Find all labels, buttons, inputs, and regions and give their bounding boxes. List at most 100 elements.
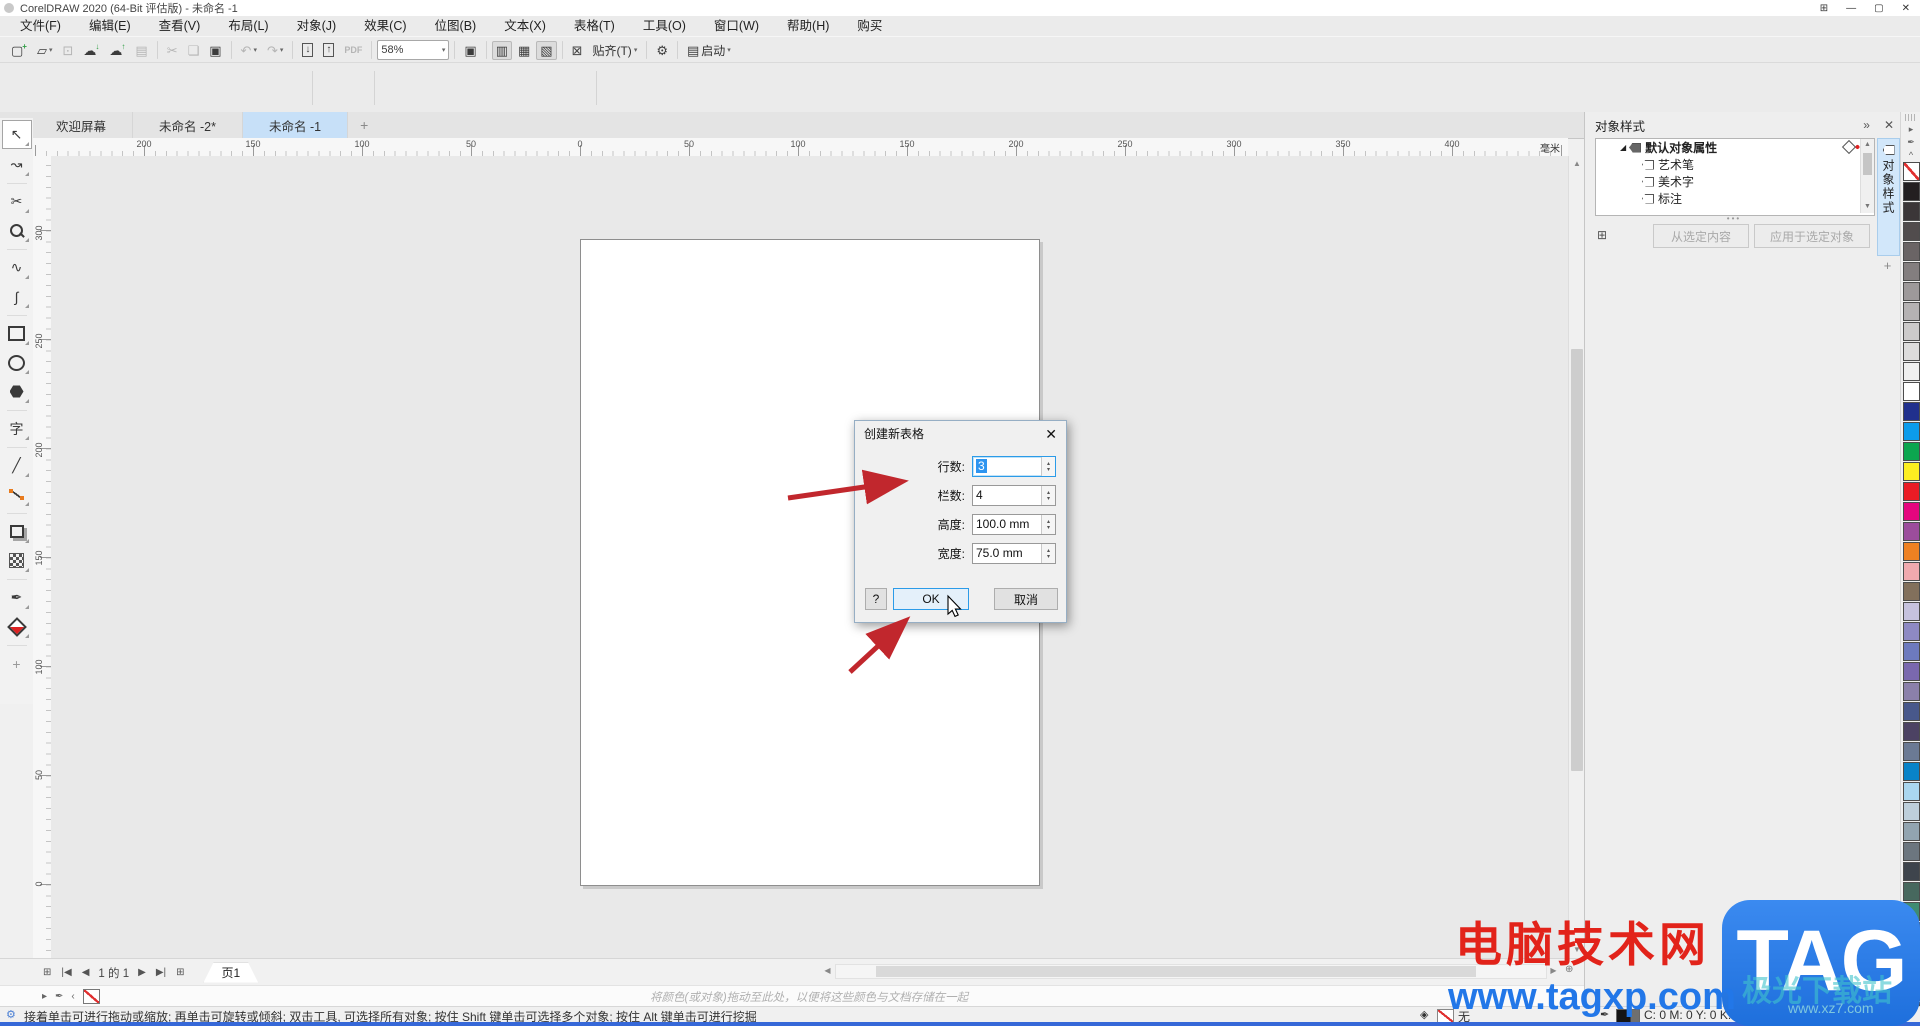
- color-swatch[interactable]: [1902, 482, 1920, 501]
- palette-drag-handle[interactable]: [1905, 114, 1917, 121]
- color-swatch[interactable]: [1902, 462, 1920, 481]
- color-swatch[interactable]: [1902, 682, 1920, 701]
- export-button[interactable]: ↑: [319, 41, 338, 59]
- widget-icon[interactable]: ⊞: [1820, 3, 1828, 14]
- color-swatch[interactable]: [1902, 622, 1920, 641]
- color-swatch[interactable]: [1902, 662, 1920, 681]
- scroll-down-icon[interactable]: ▼: [1861, 201, 1874, 213]
- options-button[interactable]: ⚙: [652, 41, 672, 60]
- color-swatch[interactable]: [1902, 182, 1920, 201]
- color-swatch[interactable]: [1902, 422, 1920, 441]
- snap-off-button[interactable]: ⊠: [568, 41, 587, 60]
- tree-item[interactable]: 标注: [1596, 190, 1874, 207]
- new-document-tab-button[interactable]: +: [348, 112, 380, 138]
- ellipse-tool[interactable]: [3, 349, 31, 376]
- color-swatch[interactable]: [1902, 842, 1920, 861]
- menu-item[interactable]: 位图(B): [421, 16, 491, 36]
- palette-flyout-icon[interactable]: ▸: [1901, 123, 1920, 136]
- shape-tool[interactable]: ↝: [3, 151, 31, 178]
- menu-item[interactable]: 工具(O): [629, 16, 700, 36]
- freehand-tool[interactable]: ∿: [3, 254, 31, 281]
- connector-tool[interactable]: [3, 481, 31, 508]
- scroll-up-icon[interactable]: ▲: [1569, 156, 1585, 172]
- color-swatch[interactable]: [1902, 522, 1920, 541]
- tab-untitled-2[interactable]: 未命名 -2*: [133, 112, 243, 138]
- tree-item-default-properties[interactable]: ◢ 默认对象属性: [1596, 139, 1874, 156]
- field-spinner[interactable]: ▴ ▾: [1041, 486, 1055, 505]
- new-document-button[interactable]: ▢ +: [7, 41, 31, 60]
- dialog-close-icon[interactable]: ✕: [1045, 426, 1057, 443]
- color-swatch[interactable]: [1902, 822, 1920, 841]
- show-grid-button[interactable]: ▦: [514, 41, 534, 60]
- snap-to-menu[interactable]: 贴齐(T) ▾: [588, 40, 641, 61]
- field-input[interactable]: 75.0 mm: [973, 544, 1041, 563]
- color-swatch[interactable]: [1902, 642, 1920, 661]
- collapse-docker-icon[interactable]: »: [1856, 118, 1877, 132]
- color-swatch[interactable]: [1902, 222, 1920, 241]
- pick-tool[interactable]: ↖: [1, 120, 32, 149]
- save-to-cloud-button[interactable]: ☁ ↑: [105, 41, 129, 60]
- show-rulers-button[interactable]: ▥: [491, 40, 512, 60]
- show-guidelines-button[interactable]: ▧: [536, 40, 557, 60]
- field-spinner[interactable]: ▴ ▾: [1041, 544, 1055, 563]
- scroll-up-icon[interactable]: ▲: [1861, 139, 1874, 151]
- doc-palette-no-color-swatch[interactable]: [82, 989, 100, 1004]
- menu-item[interactable]: 文本(X): [490, 16, 560, 36]
- menu-item[interactable]: 编辑(E): [75, 16, 145, 36]
- color-swatch[interactable]: [1902, 362, 1920, 381]
- field-input[interactable]: 3: [973, 457, 1041, 476]
- add-page-start-button[interactable]: ⊞: [38, 967, 56, 978]
- color-swatch[interactable]: [1902, 322, 1920, 341]
- tree-scrollbar[interactable]: ▲ ▼: [1860, 139, 1874, 213]
- scroll-left-icon[interactable]: ◀: [820, 963, 835, 978]
- prev-page-button[interactable]: ◀: [77, 967, 95, 978]
- color-swatch[interactable]: [1902, 702, 1920, 721]
- doc-palette-collapse-icon[interactable]: ‹: [67, 991, 78, 1002]
- cut-button[interactable]: ✂: [163, 41, 182, 60]
- vertical-ruler[interactable]: 300 250 200 150 100 50 0: [33, 156, 52, 958]
- copy-button[interactable]: ❏: [184, 41, 204, 60]
- color-swatch[interactable]: [1902, 882, 1920, 901]
- artistic-media-tool[interactable]: ∫: [3, 283, 31, 310]
- color-swatch[interactable]: [1902, 602, 1920, 621]
- apply-to-selection-button[interactable]: 应用于选定对象: [1754, 224, 1870, 248]
- horizontal-scrollbar-thumb[interactable]: [876, 966, 1476, 977]
- print-button[interactable]: ▤: [131, 41, 151, 60]
- menu-item[interactable]: 效果(C): [350, 16, 420, 36]
- field-spinner[interactable]: ▴ ▾: [1041, 515, 1055, 534]
- color-swatch[interactable]: [1902, 582, 1920, 601]
- horizontal-ruler[interactable]: 200 150 100 50 0 50 100 150 200 250 300 350 400: [33, 138, 1568, 157]
- color-swatch[interactable]: [1902, 562, 1920, 581]
- drawing-canvas[interactable]: [51, 156, 1568, 958]
- tab-untitled-1[interactable]: 未命名 -1: [242, 112, 349, 138]
- doc-palette-eyedropper-icon[interactable]: ✒: [51, 991, 67, 1002]
- menu-item[interactable]: 帮助(H): [773, 16, 843, 36]
- no-color-swatch[interactable]: [1902, 162, 1920, 181]
- open-button[interactable]: ▱ ▾: [33, 41, 57, 60]
- menu-item[interactable]: 窗口(W): [700, 16, 773, 36]
- menu-item[interactable]: 对象(J): [283, 16, 351, 36]
- transparency-tool[interactable]: [3, 547, 31, 574]
- field-input[interactable]: 4: [973, 486, 1041, 505]
- fullscreen-preview-button[interactable]: ▣: [460, 41, 480, 60]
- palette-eyedropper-icon[interactable]: ✒: [1901, 136, 1920, 149]
- close-button[interactable]: ✕: [1902, 3, 1910, 14]
- crop-tool[interactable]: ✂: [3, 188, 31, 215]
- zoom-tool[interactable]: [3, 217, 31, 244]
- next-page-button[interactable]: ▶: [133, 967, 151, 978]
- close-docker-icon[interactable]: ✕: [1877, 118, 1901, 132]
- panel-resize-handle[interactable]: •••: [1595, 214, 1873, 223]
- from-selection-button[interactable]: 从选定内容: [1653, 224, 1749, 248]
- field-spinner[interactable]: ▴ ▾: [1041, 457, 1055, 476]
- redo-button[interactable]: ↷ ▾: [263, 41, 287, 60]
- paste-button[interactable]: ▣: [205, 41, 225, 60]
- open-from-cloud-button[interactable]: ☁ ↓: [79, 41, 103, 60]
- vertical-scrollbar-thumb[interactable]: [1571, 349, 1583, 771]
- field-input[interactable]: 100.0 mm: [973, 515, 1041, 534]
- doc-palette-flyout-icon[interactable]: ▸: [38, 991, 51, 1002]
- text-tool[interactable]: 字: [3, 415, 31, 442]
- color-swatch[interactable]: [1902, 542, 1920, 561]
- rectangle-tool[interactable]: [3, 320, 31, 347]
- tab-welcome[interactable]: 欢迎屏幕: [30, 112, 134, 138]
- menu-item[interactable]: 文件(F): [6, 16, 75, 36]
